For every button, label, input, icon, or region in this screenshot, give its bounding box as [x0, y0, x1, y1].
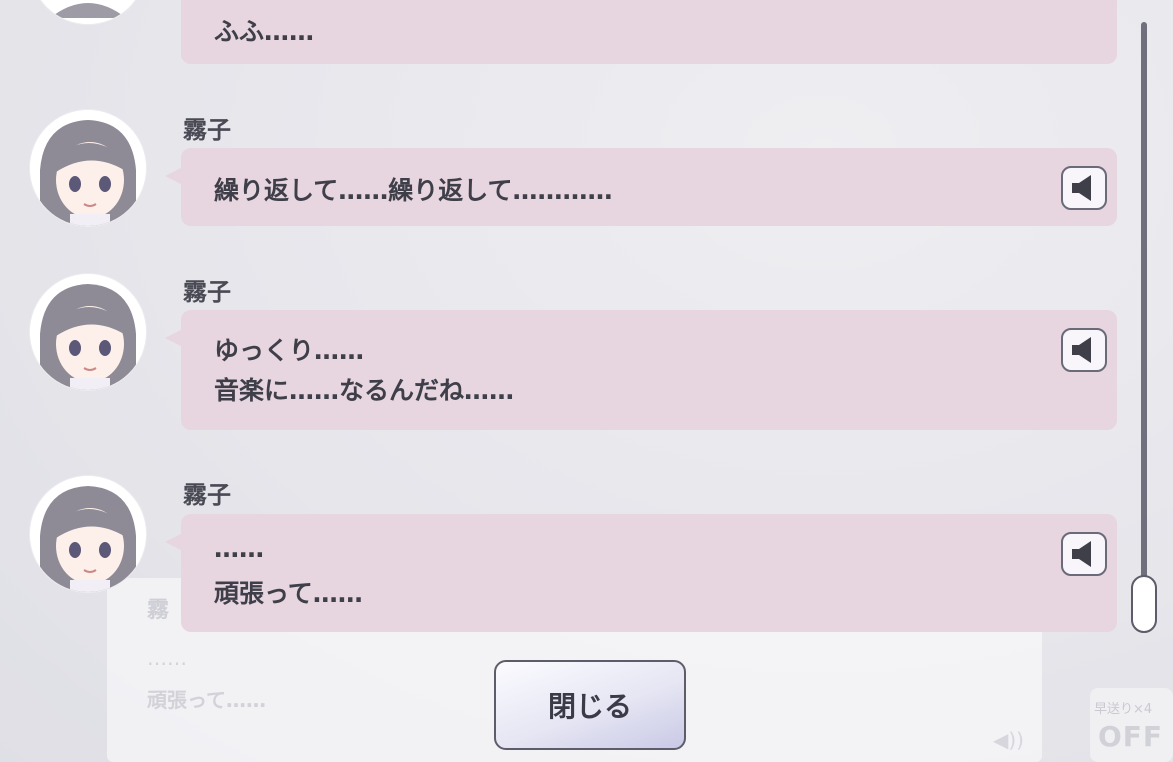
- speaker-icon[interactable]: [1061, 532, 1107, 576]
- scrollbar-thumb[interactable]: [1131, 575, 1157, 633]
- message-bubble: …… 頑張って……: [165, 514, 1117, 632]
- speaker-name: 霧子: [183, 278, 231, 306]
- fast-forward-state: OFF: [1098, 720, 1164, 753]
- message-line: ゆっくり……: [214, 336, 365, 365]
- bubble-tail: [165, 534, 181, 550]
- speaker-icon[interactable]: [1061, 166, 1107, 210]
- background-speaker-name: 霧: [147, 598, 170, 623]
- close-button[interactable]: 閉じる: [494, 660, 686, 750]
- message-line: 繰り返して……繰り返して…………: [214, 176, 613, 205]
- message-bubble: ふふ……: [181, 0, 1117, 64]
- message-bubble: 繰り返して……繰り返して…………: [165, 148, 1117, 226]
- character-avatar: [30, 110, 146, 226]
- fast-forward-button[interactable]: 早送り×4 OFF: [1090, 688, 1173, 762]
- close-button-label: 閉じる: [547, 690, 632, 723]
- message-line: 頑張って……: [214, 579, 363, 608]
- fast-forward-label: 早送り×4: [1094, 702, 1153, 717]
- background-dialog-line: 頑張って……: [147, 688, 266, 712]
- message-line: ふふ……: [214, 17, 315, 46]
- message-bubble: ゆっくり…… 音楽に……なるんだね……: [165, 310, 1117, 430]
- background-dialog-line: ……: [147, 646, 187, 670]
- volume-icon: ◀)): [993, 728, 1024, 752]
- speaker-name: 霧子: [183, 116, 231, 144]
- scrollbar-track[interactable]: [1141, 22, 1147, 627]
- message-line: 音楽に……なるんだね……: [214, 376, 515, 405]
- message-line: ……: [214, 534, 264, 563]
- character-avatar: [30, 476, 146, 592]
- speaker-name: 霧子: [183, 481, 231, 509]
- character-avatar: [30, 274, 146, 390]
- speaker-icon[interactable]: [1061, 328, 1107, 372]
- bubble-tail: [165, 168, 181, 184]
- bubble-tail: [165, 330, 181, 346]
